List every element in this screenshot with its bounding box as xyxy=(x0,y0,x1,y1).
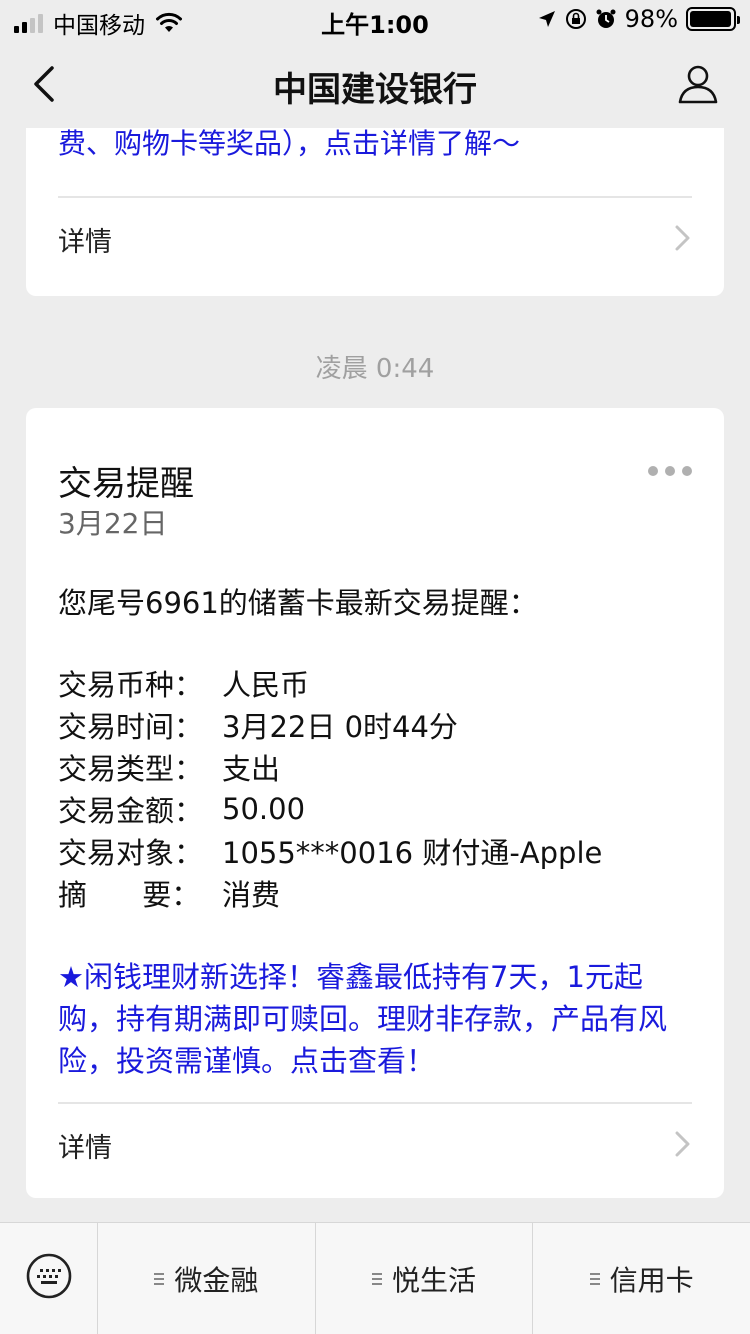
card-title: 交易提醒 xyxy=(58,464,194,504)
field-label: 交易时间： xyxy=(58,710,204,744)
menu-item-credit-card[interactable]: 信用卡 xyxy=(533,1223,750,1334)
message-timestamp: 凌晨 0:44 xyxy=(315,354,435,384)
promo-link[interactable]: ★闲钱理财新选择！睿鑫最低持有7天，1元起购，持有期满即可赎回。理财非存款，产品… xyxy=(58,956,698,1082)
keyboard-icon xyxy=(26,1253,72,1299)
chevron-right-icon xyxy=(675,1131,690,1157)
field-label: 摘 要： xyxy=(58,878,201,912)
field-label: 交易对象： xyxy=(58,836,204,870)
orientation-lock-icon xyxy=(565,9,586,29)
menu-item-life[interactable]: 悦生活 xyxy=(316,1223,534,1334)
field-label: 交易币种： xyxy=(58,668,204,702)
keyboard-toggle-button[interactable] xyxy=(0,1223,98,1334)
user-icon[interactable] xyxy=(676,62,720,106)
transaction-intro: 您尾号6961的储蓄卡最新交易提醒： xyxy=(58,586,538,620)
bottom-menu-bar: 微金融 悦生活 信用卡 xyxy=(0,1222,750,1334)
detail-link[interactable]: 详情 xyxy=(58,198,692,278)
navigation-bar: 中国建设银行 xyxy=(0,40,750,128)
menu-item-label: 微金融 xyxy=(174,1264,259,1297)
field-value: 人民币 xyxy=(222,668,310,702)
field-currency: 交易币种： 人民币 xyxy=(58,662,698,704)
chevron-right-icon xyxy=(675,225,690,251)
field-label: 交易类型： xyxy=(58,752,204,786)
card-date: 3月22日 xyxy=(58,507,168,540)
field-value: 支出 xyxy=(222,752,281,786)
field-summary: 摘 要： 消费 xyxy=(58,872,698,914)
field-type: 交易类型： 支出 xyxy=(58,746,698,788)
transaction-fields: 交易币种： 人民币 交易时间： 3月22日 0时44分 交易类型： 支出 交易金… xyxy=(58,662,698,914)
status-bar-right: 98% xyxy=(537,5,740,33)
status-bar: 中国移动 上午1:00 98% xyxy=(0,0,750,40)
transaction-card[interactable]: 交易提醒 3月22日 您尾号6961的储蓄卡最新交易提醒： 交易币种： 人民币 … xyxy=(26,408,724,1198)
menu-item-label: 信用卡 xyxy=(609,1264,694,1297)
field-amount: 交易金额： 50.00 xyxy=(58,788,698,830)
message-promo-text[interactable]: 费、购物卡等奖品），点击详情了解～ xyxy=(58,128,688,166)
field-counterparty: 交易对象： 1055***0016 财付通-Apple xyxy=(58,830,698,872)
battery-icon xyxy=(686,7,740,31)
battery-percent: 98% xyxy=(624,5,678,33)
detail-label: 详情 xyxy=(58,1133,112,1164)
menu-lines-icon xyxy=(589,1273,600,1285)
battery-fill xyxy=(690,11,732,27)
page-title: 中国建设银行 xyxy=(273,70,477,110)
message-list[interactable]: 费、购物卡等奖品），点击详情了解～ 详情 凌晨 0:44 交易提醒 3月22日 … xyxy=(0,128,750,1222)
location-icon xyxy=(538,11,555,27)
more-icon[interactable] xyxy=(648,466,692,476)
menu-lines-icon xyxy=(372,1273,382,1285)
field-value: 3月22日 0时44分 xyxy=(222,710,458,744)
field-time: 交易时间： 3月22日 0时44分 xyxy=(58,704,698,746)
message-card[interactable]: 费、购物卡等奖品），点击详情了解～ 详情 xyxy=(26,128,724,296)
menu-item-micro-finance[interactable]: 微金融 xyxy=(98,1223,316,1334)
menu-lines-icon xyxy=(154,1273,165,1285)
field-value: 50.00 xyxy=(222,792,306,826)
alarm-icon xyxy=(596,9,616,28)
detail-label: 详情 xyxy=(58,227,112,258)
detail-link[interactable]: 详情 xyxy=(58,1104,692,1184)
field-value: 消费 xyxy=(222,878,281,912)
field-value: 1055***0016 财付通-Apple xyxy=(222,836,603,870)
menu-item-label: 悦生活 xyxy=(392,1264,477,1297)
field-label: 交易金额： xyxy=(58,794,204,828)
